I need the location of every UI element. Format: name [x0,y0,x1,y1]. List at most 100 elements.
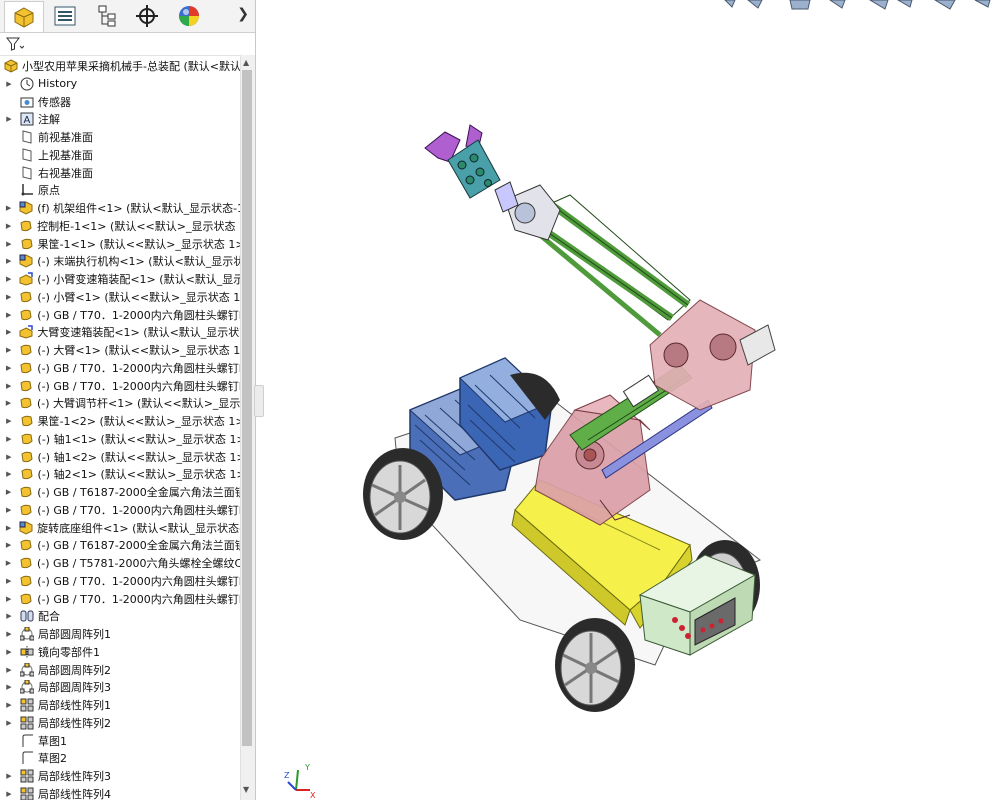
tree-item[interactable]: ▶ 镜向零部件1 [0,643,240,661]
expand-arrow-icon[interactable]: ▶ [4,240,14,248]
part-icon [19,290,33,304]
tree-item[interactable]: ▶ 大臂变速箱装配<1> (默认<默认_显示状态- [0,323,240,341]
expand-arrow-icon[interactable]: ▶ [4,470,14,478]
expand-arrow-icon[interactable]: ▶ [4,257,13,265]
expand-arrow-icon[interactable]: ▶ [4,648,14,656]
property-manager-tab-icon[interactable] [46,1,84,31]
tree-item[interactable]: ▶ (f) 机架组件<1> (默认<默认_显示状态-1>) [0,199,240,217]
scroll-down-arrow-icon[interactable]: ▼ [243,785,249,794]
expand-arrow-icon[interactable]: ▶ [4,275,13,283]
tree-item[interactable]: 上视基准面 [0,146,240,164]
expand-arrow-icon[interactable]: ▶ [4,293,13,301]
expand-arrow-icon[interactable]: ▶ [4,311,13,319]
dimxpert-manager-tab-icon[interactable] [128,1,166,31]
expand-arrow-icon[interactable]: ▶ [4,612,14,620]
expand-arrow-icon[interactable]: ▶ [4,80,14,88]
tree-item[interactable]: ▶ 旋转底座组件<1> (默认<默认_显示状态-1> [0,519,240,537]
expand-arrow-icon[interactable]: ▶ [4,346,13,354]
filter-icon[interactable] [6,36,25,55]
tree-item[interactable]: ▶ (-) 大臂调节杆<1> (默认<<默认>_显示状态 [0,394,240,412]
expand-arrow-icon[interactable]: ▶ [4,435,14,443]
part-icon [20,450,34,464]
chevron-right-icon[interactable]: ❯ [237,6,249,22]
expand-arrow-icon[interactable]: ▶ [4,666,14,674]
tree-item[interactable]: ▶ (-) GB / T70．1-2000内六角圆柱头螺钉M8 [0,572,240,590]
tree-item[interactable]: ▶ 局部线性阵列2 [0,714,240,732]
part-icon [19,592,33,606]
expand-arrow-icon[interactable]: ▶ [4,524,13,532]
expand-arrow-icon[interactable]: ▶ [4,115,14,123]
expand-arrow-icon[interactable]: ▶ [4,683,14,691]
expand-arrow-icon[interactable]: ▶ [4,577,13,585]
tree-item[interactable]: ▶ (-) GB / T70．1-2000内六角圆柱头螺钉M1 [0,306,240,324]
tree-item[interactable]: ▶ (-) GB / T6187-2000全金属六角法兰面锁紧 [0,536,240,554]
expand-arrow-icon[interactable]: ▶ [4,772,14,780]
tree-item[interactable]: 草图1 [0,732,240,750]
tree-item[interactable]: ▶ 控制柜-1<1> (默认<<默认>_显示状态 1>) [0,217,240,235]
expand-arrow-icon[interactable]: ▶ [4,382,13,390]
tree-item[interactable]: ▶ (-) GB / T70．1-2000内六角圆柱头螺钉M1 [0,377,240,395]
tree-item[interactable]: ▶ (-) 末端执行机构<1> (默认<默认_显示状态 [0,252,240,270]
expand-arrow-icon[interactable]: ▶ [4,595,13,603]
heads-up-view-toolbar[interactable] [720,0,1007,10]
tree-item[interactable]: ▶ (-) 小臂<1> (默认<<默认>_显示状态 1>) [0,288,240,306]
expand-arrow-icon[interactable]: ▶ [4,719,14,727]
expand-arrow-icon[interactable]: ▶ [4,541,13,549]
sketch-icon [20,734,34,748]
tree-scrollbar-thumb[interactable] [242,70,252,746]
feature-manager-tab-icon[interactable] [4,1,44,32]
expand-arrow-icon[interactable]: ▶ [4,488,13,496]
tree-item[interactable]: 传感器 [0,93,240,111]
tree-item[interactable]: ▶ 局部线性阵列1 [0,696,240,714]
expand-arrow-icon[interactable]: ▶ [4,204,13,212]
linear-pattern-icon [20,769,34,783]
tree-root-assembly[interactable]: 小型农用苹果采摘机械手-总装配 (默认<默认_显 [0,57,240,75]
expand-arrow-icon[interactable]: ▶ [4,222,13,230]
tree-item[interactable]: ▶ (-) 轴1<1> (默认<<默认>_显示状态 1>) [0,430,240,448]
scroll-up-arrow-icon[interactable]: ▲ [243,58,249,67]
expand-arrow-icon[interactable]: ▶ [4,506,13,514]
tree-item[interactable]: ▶ 局部线性阵列4 [0,785,240,800]
tree-item[interactable]: ▶ (-) GB / T70．1-2000内六角圆柱头螺钉M1 [0,501,240,519]
tree-item[interactable]: 右视基准面 [0,164,240,182]
tree-item[interactable]: 前视基准面 [0,128,240,146]
tree-item-label: 果筐-1<1> (默认<<默认>_显示状态 1>) [37,237,240,251]
tree-item[interactable]: ▶ (-) 轴2<1> (默认<<默认>_显示状态 1>) [0,465,240,483]
tree-item[interactable]: ▶ 果筐-1<2> (默认<<默认>_显示状态 1>) [0,412,240,430]
expand-arrow-icon[interactable]: ▶ [4,453,14,461]
circular-pattern-icon [19,662,35,677]
tree-item[interactable]: ▶ A 注解 [0,110,240,128]
tree-item[interactable]: 草图2 [0,749,240,767]
tree-item-label: (-) 轴2<1> (默认<<默认>_显示状态 1>) [37,468,240,482]
expand-arrow-icon[interactable]: ▶ [4,559,13,567]
graphics-viewport[interactable]: Y Z X [256,0,1007,800]
history-icon [20,77,34,91]
tree-item[interactable]: ▶ 果筐-1<1> (默认<<默认>_显示状态 1>) [0,235,240,253]
part-icon [19,219,33,233]
tree-item[interactable]: ▶ (-) GB / T70．1-2000内六角圆柱头螺钉M1 [0,359,240,377]
tree-item[interactable]: ▶ History [0,75,240,93]
tree-item[interactable]: ▶ 局部圆周阵列1 [0,625,240,643]
tree-item[interactable]: ▶ 配合 [0,607,240,625]
tree-item[interactable]: ▶ 局部圆周阵列3 [0,678,240,696]
tree-item[interactable]: ▶ (-) GB / T5781-2000六角头螺栓全螺纹C级M [0,554,240,572]
expand-arrow-icon[interactable]: ▶ [4,630,14,638]
tree-item[interactable]: ▶ (-) 小臂变速箱装配<1> (默认<默认_显示状 [0,270,240,288]
expand-arrow-icon[interactable]: ▶ [4,399,13,407]
tree-item[interactable]: ▶ 局部线性阵列3 [0,767,240,785]
tree-item[interactable]: ▶ (-) 大臂<1> (默认<<默认>_显示状态 1>) [0,341,240,359]
display-manager-tab-icon[interactable] [170,1,208,31]
tree-item[interactable]: ▶ (-) GB / T6187-2000全金属六角法兰面锁紧 [0,483,240,501]
tree-item[interactable]: ▶ (-) 轴1<2> (默认<<默认>_显示状态 1>) [0,448,240,466]
tree-item[interactable]: ▶ (-) GB / T70．1-2000内六角圆柱头螺钉M8 [0,590,240,608]
expand-arrow-icon[interactable]: ▶ [4,328,13,336]
axis-label-x: X [310,791,316,800]
tree-item[interactable]: ▶ 局部圆周阵列2 [0,661,240,679]
configuration-manager-tab-icon[interactable] [88,1,126,31]
part-icon [20,237,34,251]
expand-arrow-icon[interactable]: ▶ [4,701,14,709]
expand-arrow-icon[interactable]: ▶ [4,364,13,372]
expand-arrow-icon[interactable]: ▶ [4,790,14,798]
expand-arrow-icon[interactable]: ▶ [4,417,14,425]
tree-item[interactable]: 原点 [0,181,240,199]
